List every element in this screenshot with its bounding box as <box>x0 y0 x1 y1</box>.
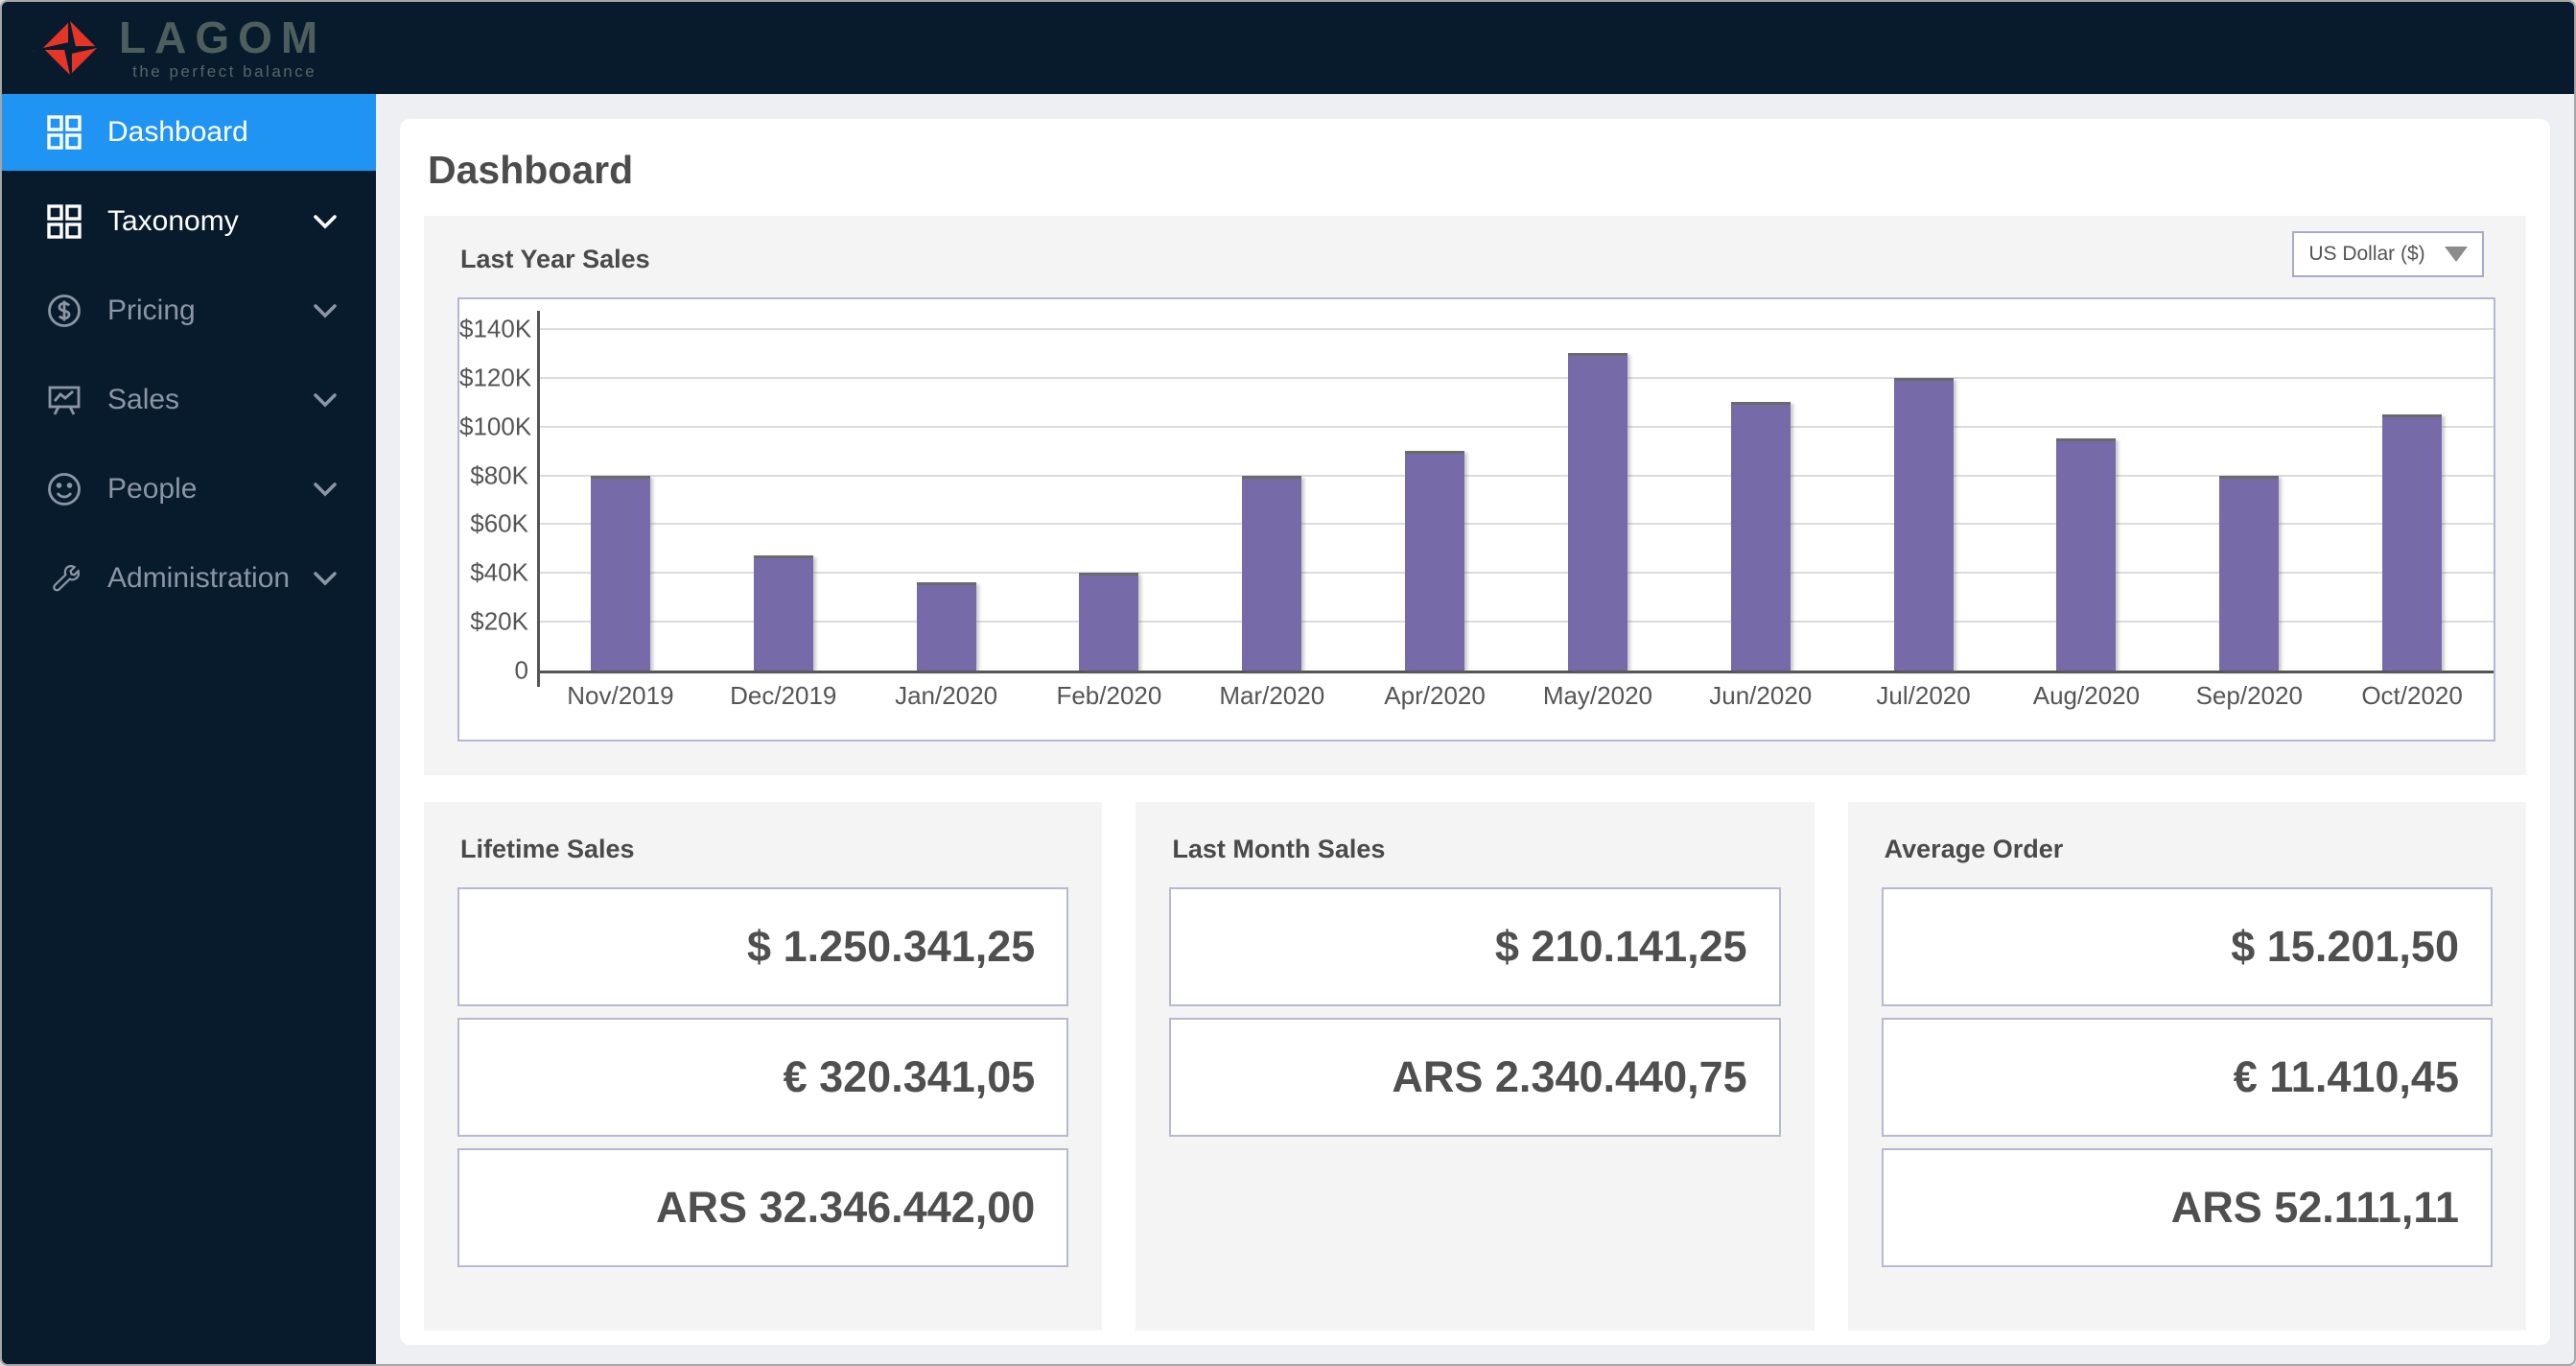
top-bar <box>2 2 2574 94</box>
app-window: LAGOM the perfect balance Dashboard Taxo… <box>0 0 2576 1366</box>
gridline <box>539 572 2494 575</box>
chevron-down-icon <box>314 304 337 318</box>
y-axis-label: $60K <box>470 508 528 538</box>
sidebar-item-label: Pricing <box>107 294 196 326</box>
lagom-diamond-icon <box>42 20 98 76</box>
dropdown-arrow-icon <box>2444 247 2468 262</box>
currency-select[interactable]: US Dollar ($) <box>2292 231 2484 277</box>
dollar-circle-icon <box>46 293 82 329</box>
presentation-chart-icon <box>46 382 82 418</box>
brand-name: LAGOM <box>119 12 327 62</box>
currency-value: € 320.341,05 <box>457 1018 1069 1137</box>
chevron-down-icon <box>314 572 337 586</box>
sidebar-item-people[interactable]: People <box>2 451 376 528</box>
sidebar-item-label: Sales <box>107 384 180 415</box>
wrench-icon <box>46 560 82 597</box>
main-panel: Dashboard Last Year Sales US Dollar ($) … <box>400 119 2550 1345</box>
stat-card-title: Average Order <box>1884 835 2064 863</box>
stat-card-average-order: Average Order $ 15.201,50 € 11.410,45 AR… <box>1847 802 2526 1331</box>
x-axis-label: Jan/2020 <box>895 681 998 710</box>
last-year-sales-card: Last Year Sales US Dollar ($) $140K $120K… <box>424 216 2526 775</box>
x-axis-label: Jul/2020 <box>1876 681 1971 710</box>
currency-value: $ 1.250.341,25 <box>457 887 1069 1006</box>
currency-value: $ 210.141,25 <box>1169 887 1781 1006</box>
chart-title: Last Year Sales <box>460 245 650 273</box>
bar-may-2020 <box>1567 353 1628 671</box>
x-axis-label: Oct/2020 <box>2361 681 2463 710</box>
stat-card-title: Lifetime Sales <box>460 835 635 863</box>
brand-tagline: the perfect balance <box>132 61 317 81</box>
chevron-down-icon <box>314 393 337 408</box>
y-axis-label: $40K <box>470 557 528 587</box>
currency-value: € 11.410,45 <box>1881 1018 2493 1137</box>
x-axis-label: Mar/2020 <box>1219 681 1325 710</box>
page-title: Dashboard <box>428 148 634 192</box>
currency-value: $ 15.201,50 <box>1881 887 2493 1006</box>
x-axis-label: May/2020 <box>1542 681 1652 710</box>
smiley-icon <box>46 471 82 507</box>
bar-jun-2020 <box>1730 402 1791 671</box>
x-axis <box>537 671 2494 673</box>
chevron-down-icon <box>314 483 337 497</box>
gridline <box>539 523 2494 526</box>
x-axis-label: Feb/2020 <box>1056 681 1162 710</box>
x-axis-label: Jun/2020 <box>1709 681 1813 710</box>
bar-oct-2020 <box>2382 414 2443 671</box>
chart-plot-area: $140K $120K $100K $80K $60K $40K $20K 0 Nov/2019… <box>459 299 2494 740</box>
stat-card-lifetime-sales: Lifetime Sales $ 1.250.341,25 € 320.341,… <box>424 802 1103 1331</box>
y-axis-label: $140K <box>459 314 532 343</box>
x-axis-label: Aug/2020 <box>2032 681 2141 710</box>
sidebar-item-dashboard[interactable]: Dashboard <box>2 94 376 171</box>
currency-value: ARS 52.111,11 <box>1881 1148 2493 1267</box>
sidebar-item-label: People <box>107 473 198 505</box>
bar-aug-2020 <box>2056 438 2117 671</box>
y-axis-label: $100K <box>459 412 532 441</box>
x-axis-label: Dec/2019 <box>730 681 837 710</box>
stat-card-last-month-sales: Last Month Sales $ 210.141,25 ARS 2.340.… <box>1136 802 1815 1331</box>
chevron-down-icon <box>314 215 337 229</box>
currency-value: ARS 2.340.440,75 <box>1169 1018 1781 1137</box>
sidebar-nav: Dashboard Taxonomy Pricing Sales People … <box>2 94 376 629</box>
currency-value: ARS 32.346.442,00 <box>457 1148 1069 1267</box>
logo: LAGOM the perfect balance <box>2 2 376 94</box>
bar-nov-2019 <box>590 475 650 671</box>
grid-icon <box>46 114 82 151</box>
sidebar-item-label: Taxonomy <box>107 205 239 237</box>
bar-dec-2019 <box>753 555 813 671</box>
x-axis-label: Nov/2019 <box>567 681 674 710</box>
bar-feb-2020 <box>1079 573 1139 671</box>
bar-sep-2020 <box>2219 475 2280 671</box>
stat-card-title: Last Month Sales <box>1172 835 1386 863</box>
y-axis-label: $80K <box>470 460 528 490</box>
gridline <box>539 474 2494 477</box>
sidebar-item-sales[interactable]: Sales <box>2 362 376 438</box>
x-axis-label: Sep/2020 <box>2195 681 2303 710</box>
sidebar-item-label: Administration <box>107 562 291 594</box>
sidebar-item-taxonomy[interactable]: Taxonomy <box>2 183 376 260</box>
sidebar-item-administration[interactable]: Administration <box>2 540 376 617</box>
bar-jul-2020 <box>1893 377 1954 671</box>
sales-bar-chart: $140K $120K $100K $80K $60K $40K $20K 0 Nov/2019… <box>457 297 2495 742</box>
sidebar-item-label: Dashboard <box>107 116 248 148</box>
bar-mar-2020 <box>1242 475 1302 671</box>
y-axis <box>537 311 540 687</box>
gridline <box>539 328 2494 330</box>
gridline <box>539 425 2494 428</box>
y-axis-label: $20K <box>470 606 528 636</box>
x-axis-label: Apr/2020 <box>1384 681 1486 710</box>
bar-jan-2020 <box>916 582 976 671</box>
gridline <box>539 621 2494 624</box>
currency-select-value: US Dollar ($) <box>2308 243 2425 265</box>
bar-apr-2020 <box>1405 451 1465 671</box>
sidebar-item-pricing[interactable]: Pricing <box>2 272 376 349</box>
gridline <box>539 376 2494 379</box>
y-axis-label: 0 <box>514 655 528 685</box>
stats-row: Lifetime Sales $ 1.250.341,25 € 320.341,… <box>424 802 2526 1331</box>
y-axis-label: $120K <box>459 363 532 392</box>
grid-icon <box>46 203 82 240</box>
sidebar: LAGOM the perfect balance Dashboard Taxo… <box>2 2 376 1364</box>
